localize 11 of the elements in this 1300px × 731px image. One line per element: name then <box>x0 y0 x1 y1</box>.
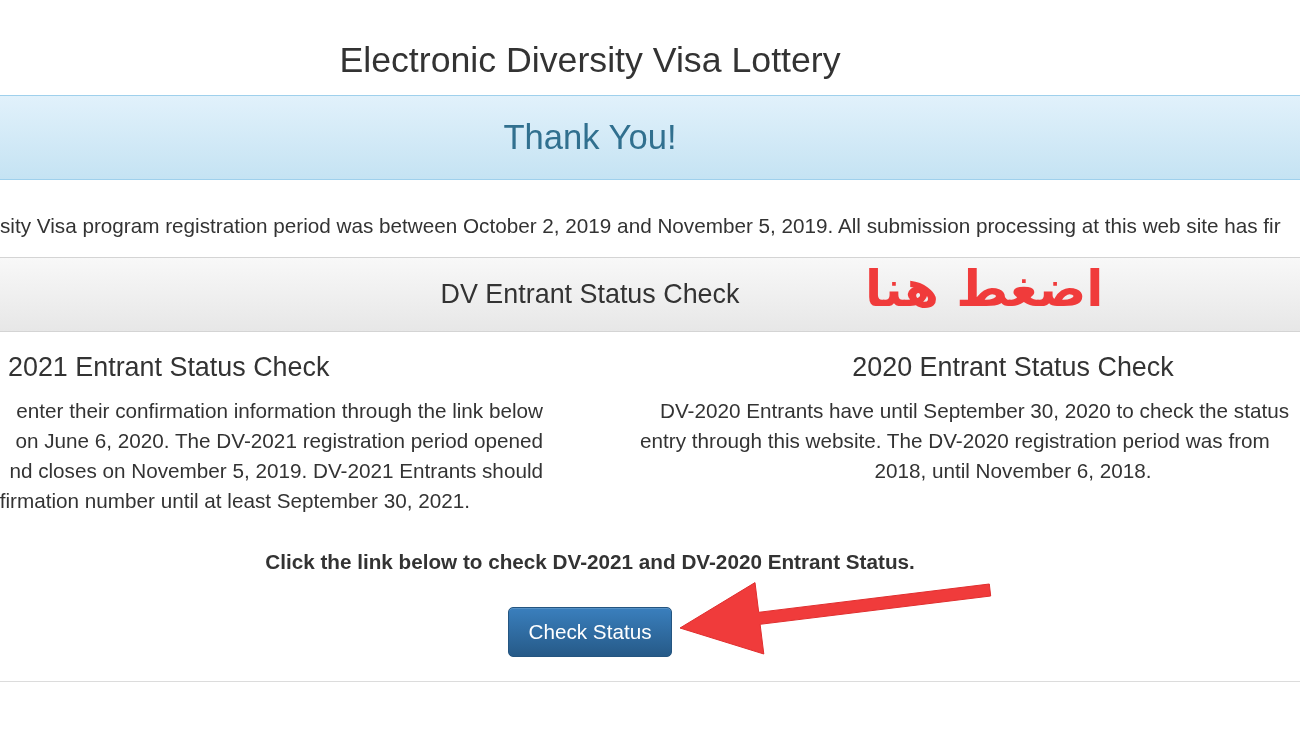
annotation-text: اضغط هنا <box>865 262 1104 317</box>
status-description: enter their confirmation information through the link below on June 6, 2020. The DV-2021 registration period opened nd closes on November 5, 2019. DV-2021 Entrants should firmation number until at least September 30, 2021. <box>0 398 543 514</box>
notice-text: sity Visa program registration period was between October 2, 2019 and November 5, 2019. All submission processing at this web site has fir <box>0 213 1281 239</box>
check-status-button[interactable]: Check Status <box>508 607 672 657</box>
column-heading: 2021 Entrant Status Check <box>8 351 330 384</box>
banner-title: Thank You! <box>503 117 677 158</box>
status-description: DV-2020 Entrants have until September 30, 2020 to check the status entry through this website. The DV-2020 registration period was from 2018, until November 6, 2018. <box>640 398 1291 484</box>
column-heading: 2020 Entrant Status Check <box>852 351 1174 384</box>
page-title: Electronic Diversity Visa Lottery <box>339 40 841 80</box>
instruction-text: Click the link below to check DV-2021 and DV-2020 Entrant Status. <box>265 549 915 575</box>
section-title: DV Entrant Status Check <box>440 279 740 310</box>
